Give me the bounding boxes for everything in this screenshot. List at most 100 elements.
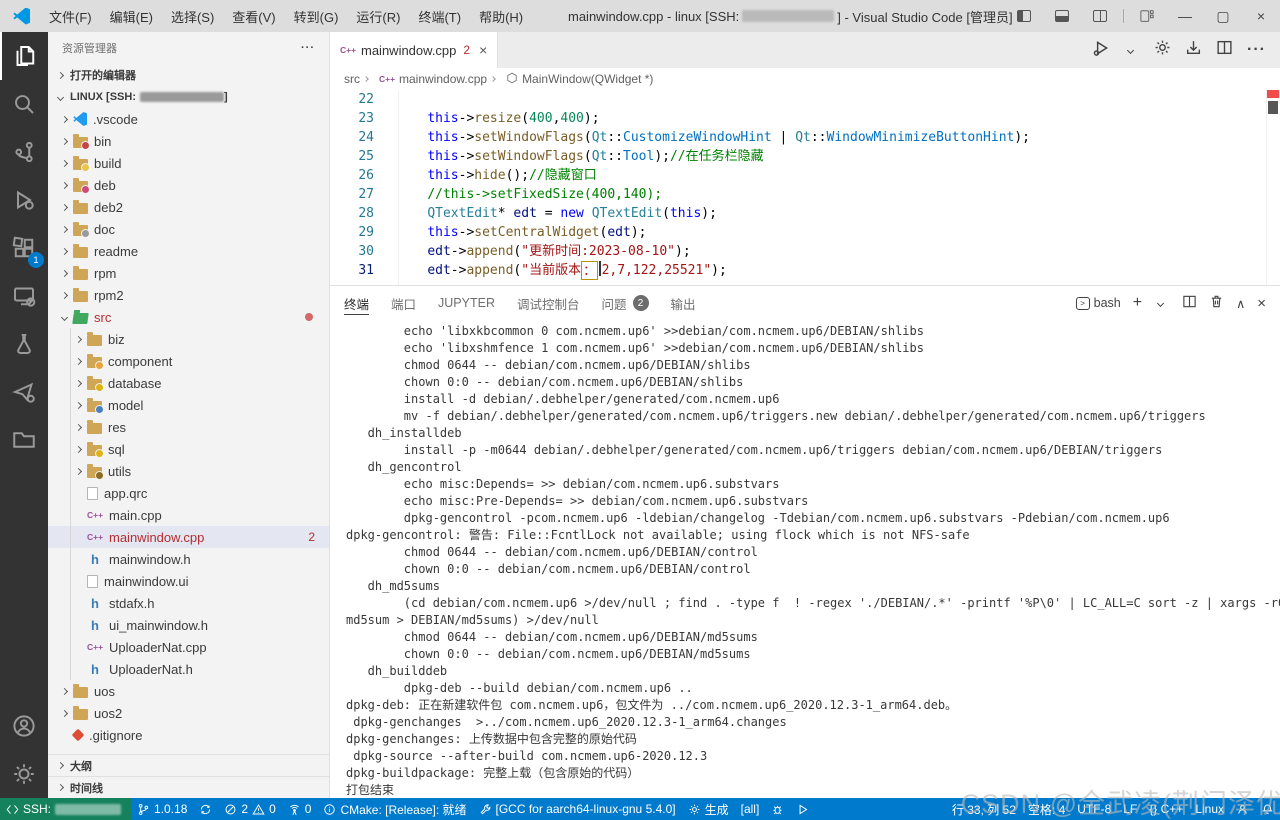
menu-selection[interactable]: 选择(S) <box>162 7 223 26</box>
activitybar-explorer-icon[interactable] <box>0 32 48 80</box>
code-line-24[interactable]: 24 this->setWindowFlags(Qt::CustomizeWin… <box>330 128 1280 147</box>
kill-terminal-icon[interactable] <box>1209 294 1224 312</box>
panel-tab-jupyter[interactable]: JUPYTER <box>438 286 495 320</box>
menu-run[interactable]: 运行(R) <box>347 7 409 26</box>
customize-layout-icon[interactable] <box>1128 0 1166 32</box>
code-line-25[interactable]: 25 this->setWindowFlags(Qt::Tool);//在任务栏… <box>330 147 1280 166</box>
activitybar-search-icon[interactable] <box>0 80 48 128</box>
activitybar-remote-explorer-icon[interactable] <box>0 272 48 320</box>
code-line-23[interactable]: 23 this->resize(400,400); <box>330 109 1280 128</box>
code-line-28[interactable]: 28 QTextEdit* edt = new QTextEdit(this); <box>330 204 1280 223</box>
tree-item-deb[interactable]: deb <box>48 174 329 196</box>
cmake-target[interactable]: [all] <box>735 798 766 820</box>
cmake-kit-status[interactable]: [GCC for aarch64-linux-gnu 5.4.0] <box>473 798 682 820</box>
install-icon[interactable] <box>1185 39 1202 61</box>
activitybar-testing-icon[interactable] <box>0 320 48 368</box>
tree-item-app-qrc[interactable]: app.qrc <box>48 482 329 504</box>
menu-file[interactable]: 文件(F) <box>40 7 101 26</box>
more-actions-icon[interactable]: ··· <box>1247 41 1266 59</box>
toggle-secondary-sidebar-icon[interactable] <box>1081 0 1119 32</box>
tree-item-doc[interactable]: doc <box>48 218 329 240</box>
tree-item-uos2[interactable]: uos2 <box>48 702 329 724</box>
terminal[interactable]: echo 'libxkbcommon 0 com.ncmem.up6' >>de… <box>330 320 1280 798</box>
tree-item-database[interactable]: database <box>48 372 329 394</box>
menu-go[interactable]: 转到(G) <box>285 7 348 26</box>
maximize-button[interactable]: ▢ <box>1204 0 1242 32</box>
tree-item-res[interactable]: res <box>48 416 329 438</box>
split-terminal-icon[interactable] <box>1182 294 1197 312</box>
tree-item-src[interactable]: src <box>48 306 329 328</box>
tree-item-component[interactable]: component <box>48 350 329 372</box>
problems-status[interactable]: 2 0 <box>218 798 281 820</box>
remote-indicator[interactable]: SSH: <box>0 798 131 820</box>
close-panel-icon[interactable]: × <box>1257 295 1266 312</box>
tab-close-icon[interactable]: × <box>479 42 487 58</box>
code-line-29[interactable]: 29 this->setCentralWidget(edt); <box>330 223 1280 242</box>
sync-icon[interactable] <box>193 798 218 820</box>
code-line-22[interactable]: 22 <box>330 90 1280 109</box>
code-line-27[interactable]: 27 //this->setFixedSize(400,140); <box>330 185 1280 204</box>
run-dropdown-icon[interactable] <box>1127 46 1134 53</box>
tree-item-bin[interactable]: bin <box>48 130 329 152</box>
activitybar-tools-icon[interactable] <box>0 368 48 416</box>
tree-item-mainwindow-h[interactable]: mainwindow.h <box>48 548 329 570</box>
tree-item-readme[interactable]: readme <box>48 240 329 262</box>
activitybar-run-debug-icon[interactable] <box>0 176 48 224</box>
editor-settings-gear-icon[interactable] <box>1154 39 1171 61</box>
tree-item-mainwindow-cpp[interactable]: mainwindow.cpp2 <box>48 526 329 548</box>
ports-status[interactable]: 0 <box>282 798 318 820</box>
tree-item-UploaderNat-cpp[interactable]: UploaderNat.cpp <box>48 636 329 658</box>
section-timeline[interactable]: 时间线 <box>48 776 329 798</box>
run-cpp-file-icon[interactable] <box>1092 39 1110 62</box>
maximize-panel-icon[interactable]: ∧ <box>1236 296 1245 311</box>
section-workspace-root[interactable]: LINUX [SSH: ] <box>48 86 329 108</box>
menu-edit[interactable]: 编辑(E) <box>101 7 162 26</box>
scrollbar-thumb[interactable] <box>1268 101 1278 114</box>
tree-item-mainwindow-ui[interactable]: mainwindow.ui <box>48 570 329 592</box>
tree-item--gitignore[interactable]: .gitignore <box>48 724 329 746</box>
terminal-dropdown-icon[interactable] <box>1157 299 1164 306</box>
shell-selector[interactable]: > bash <box>1076 296 1121 310</box>
tree-item-biz[interactable]: biz <box>48 328 329 350</box>
panel-tab-problems[interactable]: 问题2 <box>602 286 649 320</box>
menu-help[interactable]: 帮助(H) <box>470 7 532 26</box>
tree-item--vscode[interactable]: .vscode <box>48 108 329 130</box>
tree-item-sql[interactable]: sql <box>48 438 329 460</box>
toggle-panel-icon[interactable] <box>1043 0 1081 32</box>
panel-tab-output[interactable]: 输出 <box>671 286 696 320</box>
code-line-26[interactable]: 26 this->hide();//隐藏窗口 <box>330 166 1280 185</box>
tree-item-stdafx-h[interactable]: stdafx.h <box>48 592 329 614</box>
cmake-build-button[interactable]: 生成 <box>682 798 735 820</box>
activitybar-project-manager-icon[interactable] <box>0 416 48 464</box>
tree-item-main-cpp[interactable]: main.cpp <box>48 504 329 526</box>
tree-item-rpm2[interactable]: rpm2 <box>48 284 329 306</box>
git-branch-status[interactable]: 1.0.18 <box>131 798 193 820</box>
tree-item-deb2[interactable]: deb2 <box>48 196 329 218</box>
cmake-status[interactable]: CMake: [Release]: 就绪 <box>317 798 472 820</box>
panel-tab-terminal[interactable]: 终端 <box>344 286 369 320</box>
toggle-sidebar-icon[interactable] <box>1005 0 1043 32</box>
account-icon[interactable] <box>0 702 48 750</box>
breadcrumb-src[interactable]: src <box>344 72 360 86</box>
activitybar-source-control-icon[interactable] <box>0 128 48 176</box>
tree-item-rpm[interactable]: rpm <box>48 262 329 284</box>
code-line-31[interactable]: 31 edt->append("当前版本：2,7,122,25521"); <box>330 261 1280 280</box>
tree-item-model[interactable]: model <box>48 394 329 416</box>
section-outline[interactable]: 大纲 <box>48 754 329 776</box>
menu-view[interactable]: 查看(V) <box>223 7 284 26</box>
debug-icon[interactable] <box>765 798 790 820</box>
sidebar-more-icon[interactable]: ··· <box>301 42 315 54</box>
code-line-30[interactable]: 30 edt->append("更新时间:2023-08-10"); <box>330 242 1280 261</box>
settings-gear-icon[interactable] <box>0 750 48 798</box>
tree-item-build[interactable]: build <box>48 152 329 174</box>
code-editor[interactable]: 2223 this->resize(400,400);24 this->setW… <box>330 90 1280 285</box>
breadcrumb-symbol[interactable]: MainWindow(QWidget *) <box>522 72 653 86</box>
menu-terminal[interactable]: 终端(T) <box>409 7 470 26</box>
new-terminal-icon[interactable]: + <box>1133 294 1142 312</box>
editor-scrollbar[interactable] <box>1266 90 1280 285</box>
tree-item-UploaderNat-h[interactable]: UploaderNat.h <box>48 658 329 680</box>
tree-item-utils[interactable]: utils <box>48 460 329 482</box>
tree-item-uos[interactable]: uos <box>48 680 329 702</box>
activitybar-extensions-icon[interactable]: 1 <box>0 224 48 272</box>
close-button[interactable]: × <box>1242 0 1280 32</box>
